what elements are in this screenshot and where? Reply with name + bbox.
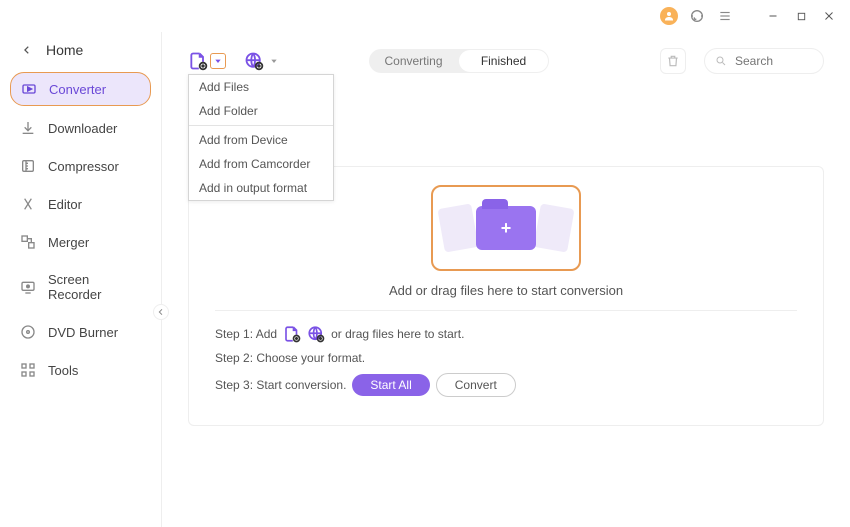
convert-button[interactable]: Convert <box>436 373 516 397</box>
back-icon <box>22 45 32 55</box>
add-file-icon[interactable] <box>283 325 301 343</box>
main-panel: Converting Finished Add Files Add Folder <box>162 32 850 527</box>
sidebar-item-label: Downloader <box>48 121 117 136</box>
sidebar-item-dvd-burner[interactable]: DVD Burner <box>10 316 151 348</box>
sidebar-item-label: Screen Recorder <box>48 272 141 302</box>
toolbar: Converting Finished <box>188 46 824 76</box>
tools-icon <box>20 362 36 378</box>
folder-icon: + <box>476 206 536 250</box>
sidebar-item-converter[interactable]: Converter <box>10 72 151 106</box>
sidebar: Home Converter Downloader Compressor Ed <box>0 32 162 527</box>
search-box[interactable] <box>704 48 824 74</box>
dropzone-card: + Add or drag files here to start conver… <box>188 166 824 426</box>
ghost-card-icon <box>437 203 478 252</box>
maximize-icon[interactable] <box>792 7 810 25</box>
dropzone-text: Add or drag files here to start conversi… <box>215 283 797 298</box>
add-dropdown-menu: Add Files Add Folder Add from Device Add… <box>188 74 334 201</box>
sidebar-item-label: Editor <box>48 197 82 212</box>
tab-segment: Converting Finished <box>369 49 549 73</box>
step-1-label-b: or drag files here to start. <box>331 327 464 341</box>
sidebar-item-label: Merger <box>48 235 89 250</box>
step-1-label-a: Step 1: Add <box>215 327 277 341</box>
add-file-dropdown-toggle[interactable] <box>210 53 226 69</box>
tab-finished[interactable]: Finished <box>459 50 548 72</box>
compressor-icon <box>20 158 36 174</box>
dvd-burner-icon <box>20 324 36 340</box>
sidebar-item-label: DVD Burner <box>48 325 118 340</box>
step-2-label: Step 2: Choose your format. <box>215 351 365 365</box>
home-label: Home <box>46 42 83 58</box>
sidebar-item-merger[interactable]: Merger <box>10 226 151 258</box>
ghost-card-icon <box>533 203 574 252</box>
tab-converting[interactable]: Converting <box>369 49 458 73</box>
support-icon[interactable] <box>688 7 706 25</box>
sidebar-item-editor[interactable]: Editor <box>10 188 151 220</box>
chevron-down-icon[interactable] <box>270 57 278 65</box>
sidebar-item-tools[interactable]: Tools <box>10 354 151 386</box>
dropdown-item-add-files[interactable]: Add Files <box>189 75 333 99</box>
titlebar <box>0 0 850 32</box>
dropzone[interactable]: + <box>431 185 581 271</box>
screen-recorder-icon <box>20 279 36 295</box>
sidebar-item-label: Converter <box>49 82 106 97</box>
sidebar-item-compressor[interactable]: Compressor <box>10 150 151 182</box>
clear-button[interactable] <box>660 48 686 74</box>
home-nav[interactable]: Home <box>0 34 161 72</box>
sidebar-item-label: Tools <box>48 363 78 378</box>
step-3-label: Step 3: Start conversion. <box>215 378 346 392</box>
steps-panel: Step 1: Add or drag files here to start.… <box>215 310 797 397</box>
plus-icon: + <box>501 218 512 239</box>
merger-icon <box>20 234 36 250</box>
dropdown-item-add-camcorder[interactable]: Add from Camcorder <box>189 152 333 176</box>
search-icon <box>715 55 727 67</box>
dropdown-item-add-output-format[interactable]: Add in output format <box>189 176 333 200</box>
sidebar-item-screen-recorder[interactable]: Screen Recorder <box>10 264 151 310</box>
dropdown-item-add-device[interactable]: Add from Device <box>189 128 333 152</box>
sidebar-item-downloader[interactable]: Downloader <box>10 112 151 144</box>
minimize-icon[interactable] <box>764 7 782 25</box>
menu-icon[interactable] <box>716 7 734 25</box>
converter-icon <box>21 81 37 97</box>
downloader-icon <box>20 120 36 136</box>
start-all-button[interactable]: Start All <box>352 374 429 396</box>
step-2-row: Step 2: Choose your format. <box>215 351 797 365</box>
dropdown-item-add-folder[interactable]: Add Folder <box>189 99 333 123</box>
add-url-icon[interactable] <box>307 325 325 343</box>
editor-icon <box>20 196 36 212</box>
add-url-button[interactable] <box>244 51 264 71</box>
search-input[interactable] <box>735 54 813 68</box>
sidebar-item-label: Compressor <box>48 159 119 174</box>
avatar[interactable] <box>660 7 678 25</box>
step-1-row: Step 1: Add or drag files here to start. <box>215 325 797 343</box>
add-file-button[interactable] <box>188 51 208 71</box>
step-3-row: Step 3: Start conversion. Start All Conv… <box>215 373 797 397</box>
close-icon[interactable] <box>820 7 838 25</box>
